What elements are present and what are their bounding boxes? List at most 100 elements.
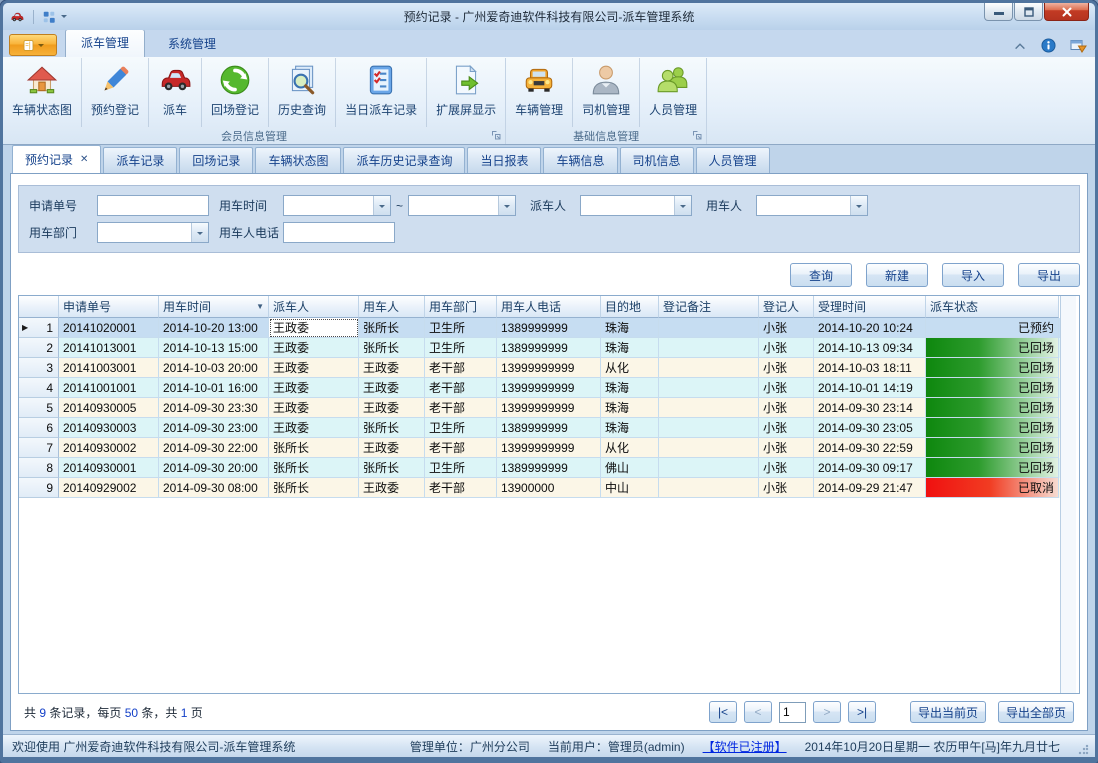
- table-row[interactable]: 9201409290022014-09-30 08:00张所长王政委老干部139…: [19, 478, 1060, 498]
- export-all-pages-button[interactable]: 导出全部页: [998, 701, 1074, 723]
- table-cell[interactable]: 1389999999: [497, 418, 601, 438]
- table-cell[interactable]: 20141013001: [59, 338, 159, 358]
- window-layout-icon[interactable]: [42, 10, 56, 24]
- table-cell[interactable]: 13999999999: [497, 358, 601, 378]
- table-cell[interactable]: 2014-10-13 09:34: [814, 338, 926, 358]
- table-cell[interactable]: 珠海: [601, 418, 659, 438]
- table-cell[interactable]: 王政委: [359, 478, 425, 498]
- table-cell[interactable]: [659, 418, 759, 438]
- row-header-cell[interactable]: 8: [19, 458, 59, 478]
- ribbon-tab[interactable]: 派车管理: [65, 29, 145, 57]
- table-cell[interactable]: 张所长: [269, 458, 359, 478]
- table-cell[interactable]: 珠海: [601, 318, 659, 338]
- table-cell[interactable]: 2014-10-20 10:24: [814, 318, 926, 338]
- table-row[interactable]: ▶1201410200012014-10-20 13:00王政委张所长卫生所13…: [19, 318, 1060, 338]
- table-cell[interactable]: 20141020001: [59, 318, 159, 338]
- table-cell[interactable]: 20140930002: [59, 438, 159, 458]
- table-cell[interactable]: 20141003001: [59, 358, 159, 378]
- table-cell[interactable]: 张所长: [269, 438, 359, 458]
- row-header-cell[interactable]: 4: [19, 378, 59, 398]
- table-cell[interactable]: 王政委: [359, 378, 425, 398]
- table-cell[interactable]: 张所长: [269, 478, 359, 498]
- table-cell[interactable]: 王政委: [359, 398, 425, 418]
- last-page-button[interactable]: >|: [848, 701, 876, 723]
- table-cell[interactable]: 王政委: [269, 378, 359, 398]
- row-header-cell[interactable]: ▶1: [19, 318, 59, 338]
- dialog-launcher-icon[interactable]: [692, 130, 703, 141]
- next-page-button[interactable]: >: [813, 701, 841, 723]
- table-cell[interactable]: 张所长: [359, 318, 425, 338]
- license-registered-link[interactable]: 【软件已注册】: [703, 738, 787, 755]
- ribbon-button[interactable]: 当日派车记录: [335, 58, 426, 127]
- table-cell[interactable]: 老干部: [425, 438, 497, 458]
- table-row[interactable]: 5201409300052014-09-30 23:30王政委王政委老干部139…: [19, 398, 1060, 418]
- maximize-button[interactable]: [1014, 3, 1043, 21]
- table-row[interactable]: 7201409300022014-09-30 22:00张所长王政委老干部139…: [19, 438, 1060, 458]
- table-cell[interactable]: 20140930001: [59, 458, 159, 478]
- table-cell[interactable]: 小张: [759, 338, 814, 358]
- car-user-select[interactable]: [756, 195, 868, 216]
- table-cell[interactable]: 张所长: [359, 458, 425, 478]
- ribbon-button[interactable]: 车辆管理: [506, 58, 572, 127]
- column-header[interactable]: 登记人: [759, 296, 814, 318]
- close-button[interactable]: [1044, 3, 1089, 21]
- column-header[interactable]: 目的地: [601, 296, 659, 318]
- dispatch-status-cell[interactable]: 已取消: [926, 478, 1059, 498]
- table-cell[interactable]: 1389999999: [497, 338, 601, 358]
- app-menu-button[interactable]: [9, 34, 57, 56]
- table-cell[interactable]: 从化: [601, 358, 659, 378]
- table-cell[interactable]: 1389999999: [497, 318, 601, 338]
- table-row[interactable]: 8201409300012014-09-30 20:00张所长张所长卫生所138…: [19, 458, 1060, 478]
- table-cell[interactable]: 王政委: [269, 338, 359, 358]
- ribbon-button[interactable]: 扩展屏显示: [426, 58, 505, 127]
- use-time-to-select[interactable]: [408, 195, 516, 216]
- table-cell[interactable]: 小张: [759, 318, 814, 338]
- table-cell[interactable]: 王政委: [269, 418, 359, 438]
- info-icon[interactable]: [1041, 38, 1056, 53]
- dept-select[interactable]: [97, 222, 209, 243]
- table-cell[interactable]: 卫生所: [425, 318, 497, 338]
- order-no-input[interactable]: [97, 195, 209, 216]
- table-cell[interactable]: 卫生所: [425, 418, 497, 438]
- table-cell[interactable]: 2014-10-13 15:00: [159, 338, 269, 358]
- table-cell[interactable]: [659, 338, 759, 358]
- table-cell[interactable]: 小张: [759, 358, 814, 378]
- action-button[interactable]: 导出: [1018, 263, 1080, 287]
- table-cell[interactable]: 王政委: [359, 438, 425, 458]
- table-cell[interactable]: 老干部: [425, 398, 497, 418]
- doc-tab[interactable]: 车辆信息: [543, 147, 617, 173]
- dispatch-status-cell[interactable]: 已预约: [926, 318, 1059, 338]
- action-button[interactable]: 新建: [866, 263, 928, 287]
- action-button[interactable]: 查询: [790, 263, 852, 287]
- minimize-button[interactable]: [984, 3, 1013, 21]
- chevron-down-icon[interactable]: [674, 196, 691, 215]
- resize-grip[interactable]: [1078, 744, 1089, 755]
- doc-tab[interactable]: 人员管理: [696, 147, 770, 173]
- action-button[interactable]: 导入: [942, 263, 1004, 287]
- table-cell[interactable]: 老干部: [425, 378, 497, 398]
- table-cell[interactable]: 1389999999: [497, 458, 601, 478]
- table-cell[interactable]: 2014-10-20 13:00: [159, 318, 269, 338]
- table-cell[interactable]: 2014-09-29 21:47: [814, 478, 926, 498]
- table-cell[interactable]: 珠海: [601, 378, 659, 398]
- column-header[interactable]: 受理时间: [814, 296, 926, 318]
- table-cell[interactable]: 小张: [759, 478, 814, 498]
- doc-tab[interactable]: 派车历史记录查询: [343, 147, 465, 173]
- table-cell[interactable]: 13900000: [497, 478, 601, 498]
- column-header[interactable]: 用车部门: [425, 296, 497, 318]
- table-cell[interactable]: 王政委: [359, 358, 425, 378]
- row-header-cell[interactable]: 7: [19, 438, 59, 458]
- table-cell[interactable]: 2014-09-30 22:00: [159, 438, 269, 458]
- dispatch-status-cell[interactable]: 已回场: [926, 398, 1059, 418]
- column-header[interactable]: 派车人: [269, 296, 359, 318]
- ribbon-button[interactable]: 派车: [148, 58, 201, 127]
- chevron-down-icon[interactable]: [191, 223, 208, 242]
- chevron-down-icon[interactable]: [373, 196, 390, 215]
- chevron-down-icon[interactable]: [61, 15, 67, 21]
- row-header-cell[interactable]: 9: [19, 478, 59, 498]
- table-cell[interactable]: 2014-09-30 23:05: [814, 418, 926, 438]
- table-cell[interactable]: 老干部: [425, 358, 497, 378]
- doc-tab[interactable]: 回场记录: [179, 147, 253, 173]
- table-cell[interactable]: 中山: [601, 478, 659, 498]
- ribbon-button[interactable]: 预约登记: [81, 58, 148, 127]
